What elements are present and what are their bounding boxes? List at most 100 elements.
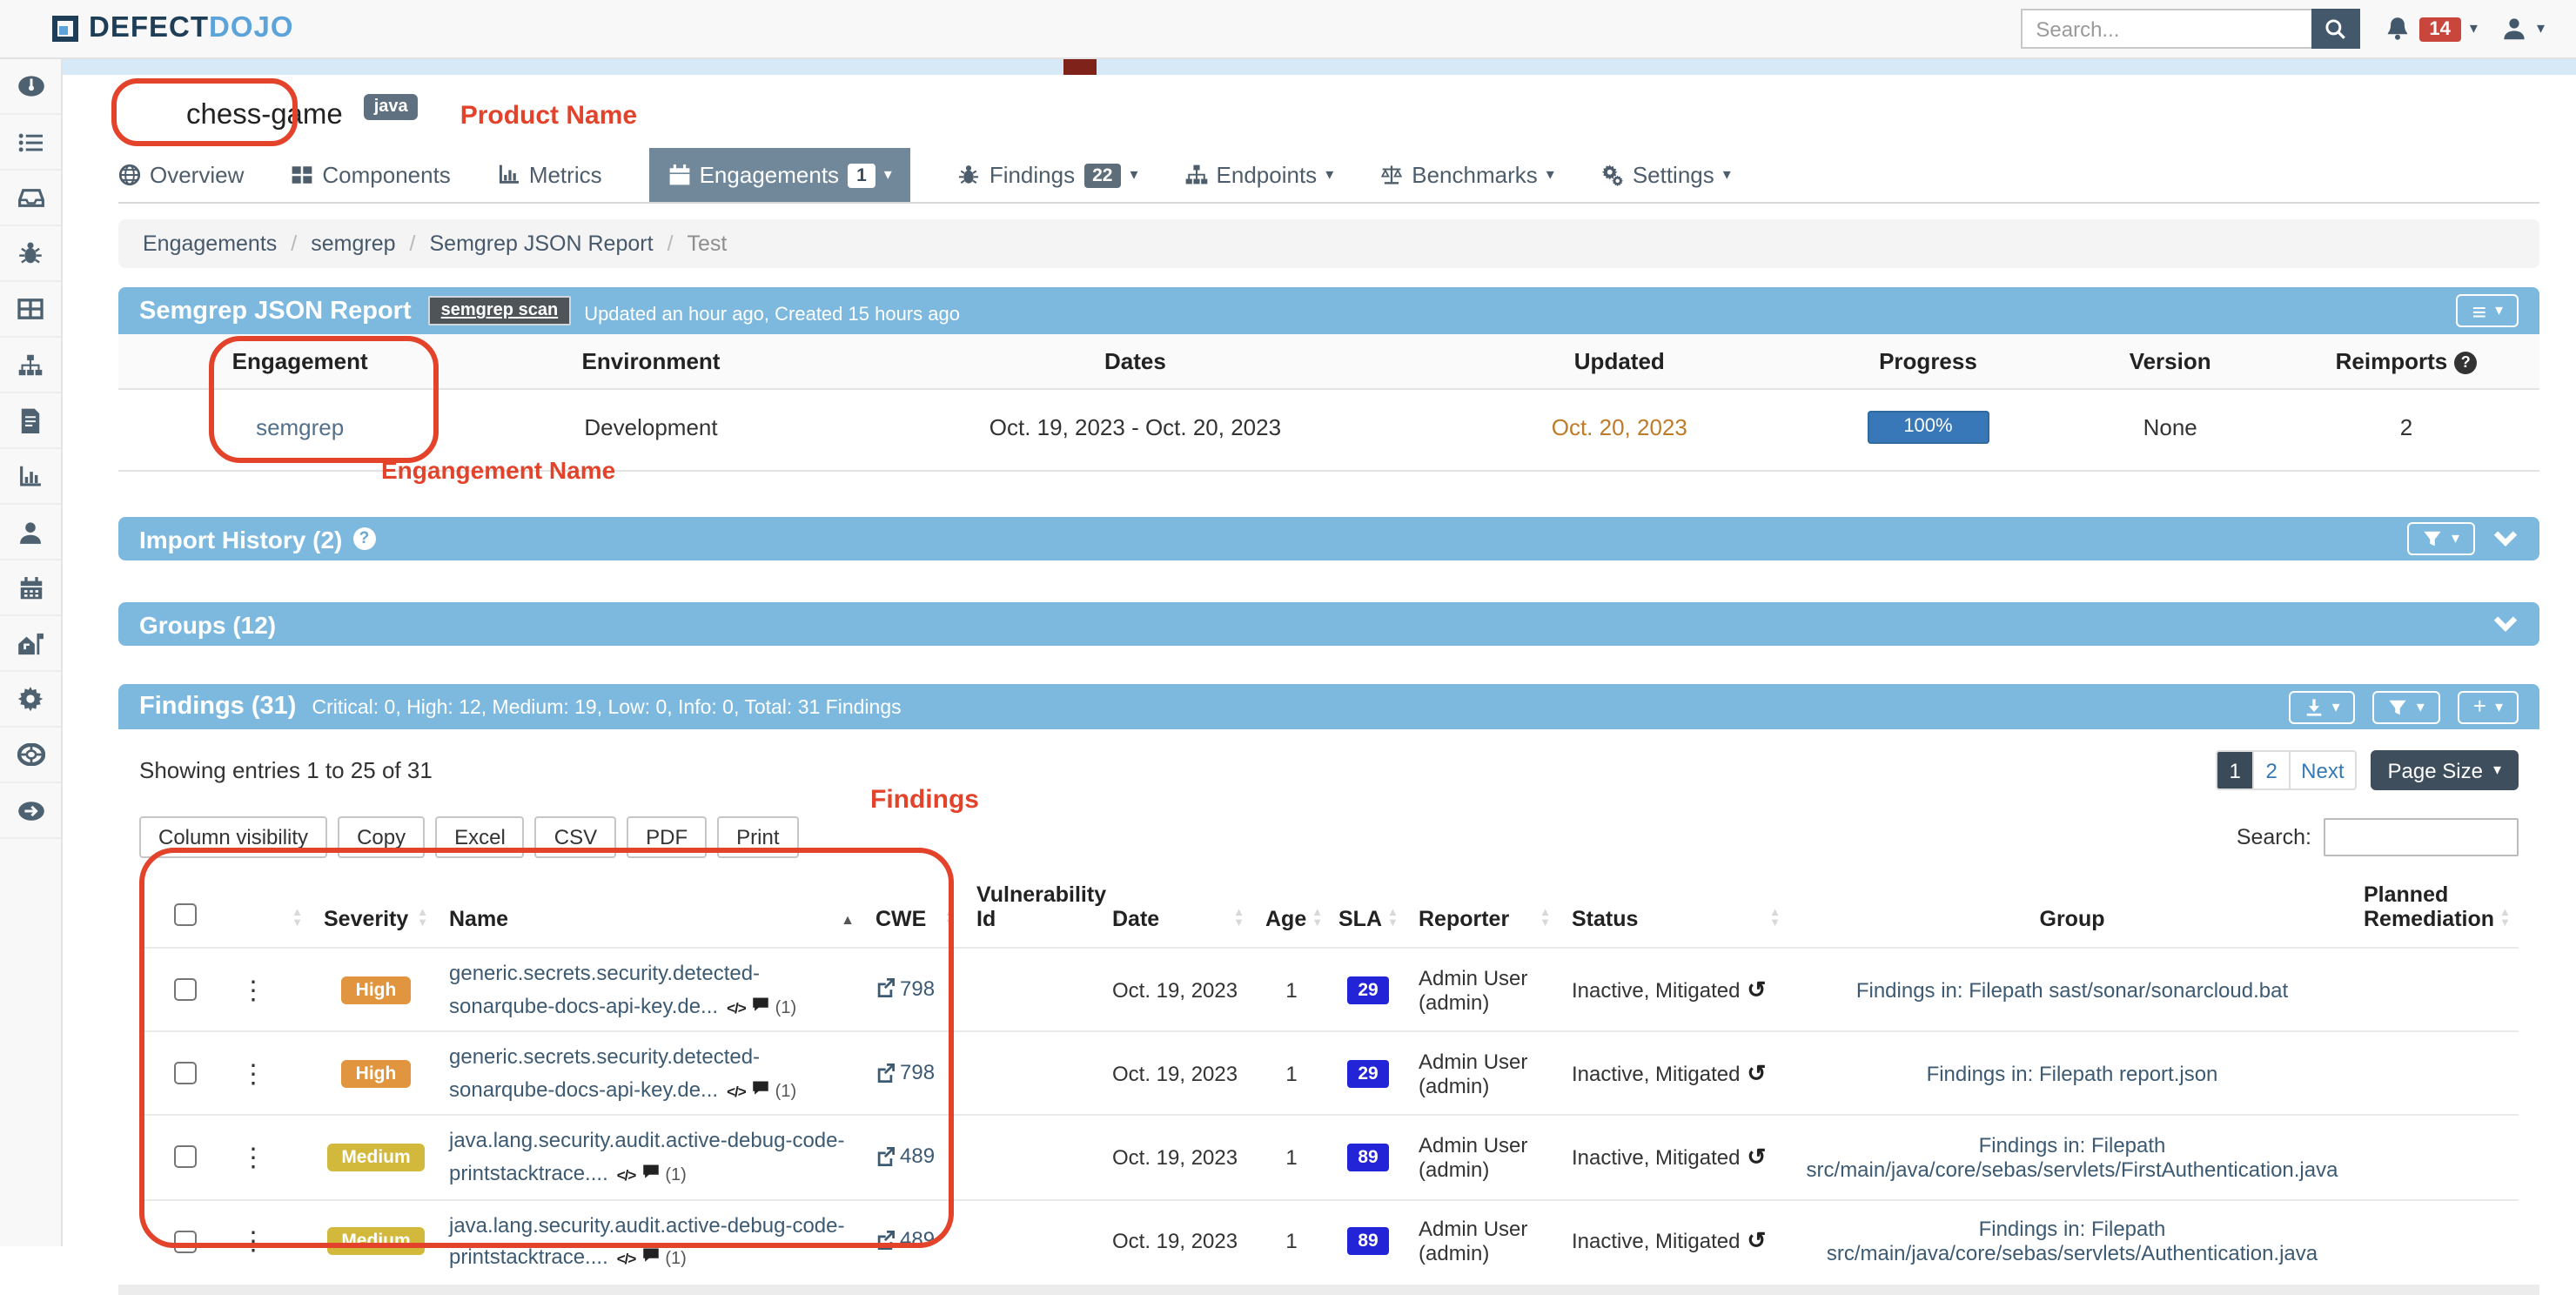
kebab-menu-icon[interactable]: ⋮ bbox=[240, 976, 266, 1005]
cwe-link[interactable]: 489 bbox=[875, 1228, 935, 1252]
sidebar-item-endpoints[interactable] bbox=[0, 338, 61, 393]
csv-button[interactable]: CSV bbox=[535, 816, 616, 858]
import-filter-button[interactable]: ▾ bbox=[2408, 522, 2475, 555]
gear-icon bbox=[17, 686, 44, 712]
col-sla[interactable]: SLA bbox=[1338, 907, 1382, 931]
product-name[interactable]: chess-game bbox=[186, 98, 343, 131]
import-history-panel[interactable]: Import History (2)? ▾ bbox=[118, 517, 2539, 560]
breadcrumb-semgrep[interactable]: semgrep bbox=[311, 231, 395, 256]
col-cwe[interactable]: CWE bbox=[875, 907, 926, 931]
tab-metrics[interactable]: Metrics bbox=[498, 148, 602, 202]
finding-group-link[interactable]: Findings in: Filepath report.json bbox=[1927, 1062, 2218, 1086]
pdf-button[interactable]: PDF bbox=[627, 816, 707, 858]
sort-icon[interactable]: ▲▼ bbox=[1233, 909, 1244, 931]
sort-icon[interactable]: ▲▼ bbox=[1311, 909, 1323, 931]
test-options-button[interactable]: ≡▾ bbox=[2457, 294, 2519, 327]
sidebar-item-support[interactable] bbox=[0, 728, 61, 783]
finding-name-link[interactable]: generic.secrets.security.detected-sonarq… bbox=[449, 1044, 760, 1101]
col-planned-remediation[interactable]: Planned Remediation bbox=[2364, 882, 2494, 931]
defectdojo-logo[interactable]: DEFECTDOJO bbox=[52, 12, 294, 45]
sort-icon[interactable]: ▲▼ bbox=[1540, 909, 1551, 931]
findings-download-button[interactable]: ▾ bbox=[2289, 690, 2356, 723]
next-page-button[interactable]: Next bbox=[2291, 752, 2354, 788]
sidebar-item-users[interactable] bbox=[0, 505, 61, 560]
question-circle-icon[interactable]: ? bbox=[2454, 351, 2477, 373]
user-menu[interactable]: ▾ bbox=[2502, 16, 2545, 42]
history-icon[interactable]: ↺ bbox=[1747, 976, 1766, 1002]
sidebar-item-reports[interactable] bbox=[0, 393, 61, 449]
chevron-down-icon[interactable] bbox=[2492, 614, 2519, 634]
sort-icon[interactable]: ▲▼ bbox=[292, 909, 303, 931]
cwe-link[interactable]: 489 bbox=[875, 1144, 935, 1168]
col-vulnerability-id[interactable]: Vulnerability Id bbox=[976, 882, 1106, 931]
sidebar-item-list[interactable] bbox=[0, 115, 61, 171]
sidebar-item-dashboard[interactable] bbox=[0, 59, 61, 115]
search-input[interactable] bbox=[2020, 9, 2311, 49]
tab-overview[interactable]: Overview bbox=[118, 148, 244, 202]
cwe-link[interactable]: 798 bbox=[875, 976, 935, 1001]
history-icon[interactable]: ↺ bbox=[1747, 1144, 1766, 1170]
sidebar-item-calendar[interactable] bbox=[0, 560, 61, 616]
print-button[interactable]: Print bbox=[717, 816, 798, 858]
tab-components[interactable]: Components bbox=[291, 148, 450, 202]
scan-type-badge[interactable]: semgrep scan bbox=[429, 296, 571, 325]
row-checkbox[interactable] bbox=[174, 1063, 197, 1085]
col-status[interactable]: Status bbox=[1572, 907, 1638, 931]
column-visibility-button[interactable]: Column visibility bbox=[139, 816, 327, 858]
chevron-down-icon[interactable] bbox=[2492, 529, 2519, 548]
col-age[interactable]: Age bbox=[1265, 907, 1306, 931]
question-circle-icon[interactable]: ? bbox=[352, 527, 375, 550]
col-severity[interactable]: Severity bbox=[324, 907, 408, 931]
col-group[interactable]: Group bbox=[1791, 876, 2353, 948]
search-button[interactable] bbox=[2311, 9, 2359, 49]
copy-button[interactable]: Copy bbox=[338, 816, 425, 858]
col-reporter[interactable]: Reporter bbox=[1419, 907, 1509, 931]
sidebar-item-settings[interactable] bbox=[0, 672, 61, 728]
tab-settings[interactable]: Settings ▾ bbox=[1601, 148, 1731, 202]
breadcrumb-engagements[interactable]: Engagements bbox=[143, 231, 277, 256]
sidebar-item-product[interactable] bbox=[0, 616, 61, 672]
sort-icon[interactable]: ▲▼ bbox=[417, 909, 428, 931]
engagement-link[interactable]: semgrep bbox=[256, 414, 344, 440]
findings-add-button[interactable]: +▾ bbox=[2458, 690, 2519, 723]
finding-group-link[interactable]: Findings in: Filepath src/main/java/core… bbox=[1807, 1133, 2338, 1182]
select-all-checkbox[interactable] bbox=[174, 903, 197, 926]
notifications-menu[interactable]: 14 ▾ bbox=[2384, 16, 2478, 42]
kebab-menu-icon[interactable]: ⋮ bbox=[240, 1144, 266, 1173]
sidebar-item-bugs[interactable] bbox=[0, 226, 61, 282]
col-date[interactable]: Date bbox=[1112, 907, 1159, 931]
history-icon[interactable]: ↺ bbox=[1747, 1227, 1766, 1253]
row-checkbox[interactable] bbox=[174, 1146, 197, 1169]
sort-icon[interactable]: ▲▼ bbox=[1387, 909, 1399, 931]
finding-group-link[interactable]: Findings in: Filepath sast/sonar/sonarcl… bbox=[1856, 977, 2288, 1002]
groups-panel[interactable]: Groups (12) bbox=[118, 602, 2539, 646]
tab-findings[interactable]: Findings 22 ▾ bbox=[958, 148, 1138, 202]
kebab-menu-icon[interactable]: ⋮ bbox=[240, 1060, 266, 1090]
col-name[interactable]: Name bbox=[449, 907, 508, 931]
page-size-button[interactable]: Page Size▾ bbox=[2371, 750, 2519, 790]
kebab-menu-icon[interactable]: ⋮ bbox=[240, 1227, 266, 1257]
sidebar-item-logout[interactable] bbox=[0, 783, 61, 839]
sort-ascending-icon[interactable]: ▲ bbox=[841, 912, 855, 931]
finding-name-link[interactable]: generic.secrets.security.detected-sonarq… bbox=[449, 961, 760, 1017]
tab-benchmarks[interactable]: Benchmarks ▾ bbox=[1380, 148, 1554, 202]
history-icon[interactable]: ↺ bbox=[1747, 1060, 1766, 1086]
tab-endpoints[interactable]: Endpoints ▾ bbox=[1185, 148, 1334, 202]
finding-group-link[interactable]: Findings in: Filepath src/main/java/core… bbox=[1827, 1217, 2318, 1265]
row-checkbox[interactable] bbox=[174, 1230, 197, 1252]
excel-button[interactable]: Excel bbox=[435, 816, 525, 858]
cwe-link[interactable]: 798 bbox=[875, 1060, 935, 1084]
sidebar-item-metrics[interactable] bbox=[0, 449, 61, 505]
tab-engagements[interactable]: Engagements 1 ▾ bbox=[649, 148, 911, 202]
page-2-button[interactable]: 2 bbox=[2254, 752, 2291, 788]
sort-icon[interactable]: ▲▼ bbox=[1769, 909, 1781, 931]
sort-icon[interactable]: ▲▼ bbox=[944, 909, 956, 931]
sort-icon[interactable]: ▲▼ bbox=[2499, 909, 2511, 931]
sidebar-item-grid[interactable] bbox=[0, 282, 61, 338]
page-1-button[interactable]: 1 bbox=[2217, 752, 2254, 788]
row-checkbox[interactable] bbox=[174, 978, 197, 1001]
breadcrumb-report[interactable]: Semgrep JSON Report bbox=[430, 231, 654, 256]
findings-filter-button[interactable]: ▾ bbox=[2373, 690, 2440, 723]
sidebar-item-inbox[interactable] bbox=[0, 171, 61, 226]
table-search-input[interactable] bbox=[2324, 818, 2519, 856]
